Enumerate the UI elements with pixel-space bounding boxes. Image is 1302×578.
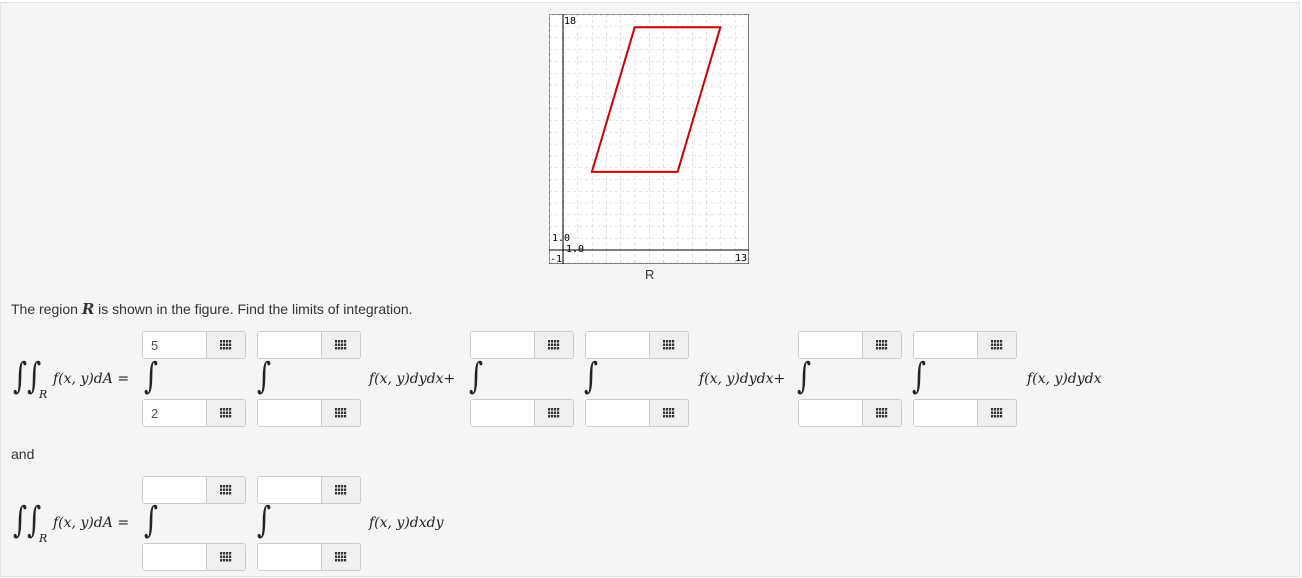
- region-subscript: R: [39, 532, 48, 545]
- integral-sign: ∫: [469, 356, 484, 397]
- integral-sign: ∫: [144, 500, 159, 541]
- upper-limit-input[interactable]: [258, 477, 321, 503]
- answer-box: [257, 543, 361, 571]
- upper-limit-input[interactable]: [258, 332, 321, 358]
- integrand-term: f(x, y)dxdy: [369, 515, 444, 531]
- and-label: and: [11, 446, 35, 462]
- lower-limit-input[interactable]: [143, 400, 206, 426]
- prompt-after: is shown in the figure. Find the limits …: [94, 301, 413, 317]
- grid-icon[interactable]: [862, 400, 901, 426]
- answer-box: [142, 476, 246, 504]
- figure-caption: R: [645, 267, 655, 282]
- answer-box: [913, 331, 1017, 359]
- answer-box: [585, 331, 689, 359]
- grid-icon[interactable]: [862, 332, 901, 358]
- answer-box: [798, 399, 902, 427]
- grid-icon[interactable]: [206, 477, 245, 503]
- integral-sign: ∫: [797, 356, 812, 397]
- grid-icon[interactable]: [321, 400, 360, 426]
- integrand-term: f(x, y)dydx+: [369, 371, 456, 387]
- grid-icon[interactable]: [534, 332, 573, 358]
- label-left: -1: [550, 254, 562, 264]
- upper-limit-input[interactable]: [143, 477, 206, 503]
- integral-sign: ∫: [144, 356, 159, 397]
- grid-icon[interactable]: [206, 332, 245, 358]
- grid-icon[interactable]: [977, 400, 1016, 426]
- lower-limit-input[interactable]: [258, 400, 321, 426]
- grid-icon[interactable]: [321, 477, 360, 503]
- label-corner-x: 1.0: [566, 244, 584, 255]
- integral-sign: ∫: [257, 500, 272, 541]
- answer-box: [585, 399, 689, 427]
- prompt-before: The region: [11, 301, 82, 317]
- integral-sign: ∫: [912, 356, 927, 397]
- lower-limit-input[interactable]: [143, 544, 206, 570]
- grid-icon[interactable]: [206, 544, 245, 570]
- grid-icon[interactable]: [534, 400, 573, 426]
- lower-limit-input[interactable]: [258, 544, 321, 570]
- grid-icon[interactable]: [977, 332, 1016, 358]
- region-subscript: R: [39, 388, 48, 401]
- grid-icon[interactable]: [649, 400, 688, 426]
- lower-limit-input[interactable]: [914, 400, 977, 426]
- grid-icon[interactable]: [206, 400, 245, 426]
- integral-sign: ∫: [584, 356, 599, 397]
- lower-limit-input[interactable]: [799, 400, 862, 426]
- region-figure: 18 1.0 1.0 -1 13: [549, 14, 749, 264]
- upper-limit-input[interactable]: [586, 332, 649, 358]
- answer-box: [142, 399, 246, 427]
- label-right: 13: [735, 253, 747, 264]
- prompt-var: R: [81, 300, 95, 318]
- answer-box: [257, 331, 361, 359]
- answer-box: [142, 331, 246, 359]
- answer-box: [913, 399, 1017, 427]
- answer-box: [798, 331, 902, 359]
- lower-limit-input[interactable]: [471, 400, 534, 426]
- lhs-expression: f(x, y)dA =: [53, 515, 130, 531]
- upper-limit-input[interactable]: [471, 332, 534, 358]
- grid-icon[interactable]: [649, 332, 688, 358]
- upper-limit-input[interactable]: [914, 332, 977, 358]
- answer-box: [470, 399, 574, 427]
- question-panel: 18 1.0 1.0 -1 13 R The region R is shown…: [0, 2, 1300, 577]
- label-corner-y: 1.0: [552, 233, 570, 244]
- grid-icon[interactable]: [321, 332, 360, 358]
- grid-icon[interactable]: [321, 544, 360, 570]
- answer-box: [142, 543, 246, 571]
- lhs-expression: f(x, y)dA =: [53, 371, 130, 387]
- double-integral-sign: ∫∫: [13, 500, 42, 541]
- integrand-term: f(x, y)dydx+: [699, 371, 786, 387]
- answer-box: [257, 399, 361, 427]
- double-integral-sign: ∫∫: [13, 356, 42, 397]
- answer-box: [470, 331, 574, 359]
- question-prompt: The region R is shown in the figure. Fin…: [11, 300, 413, 318]
- integrand-term: f(x, y)dydx: [1027, 371, 1102, 387]
- answer-box: [257, 476, 361, 504]
- integral-sign: ∫: [257, 356, 272, 397]
- label-top: 18: [564, 16, 576, 27]
- upper-limit-input[interactable]: [143, 332, 206, 358]
- upper-limit-input[interactable]: [799, 332, 862, 358]
- lower-limit-input[interactable]: [586, 400, 649, 426]
